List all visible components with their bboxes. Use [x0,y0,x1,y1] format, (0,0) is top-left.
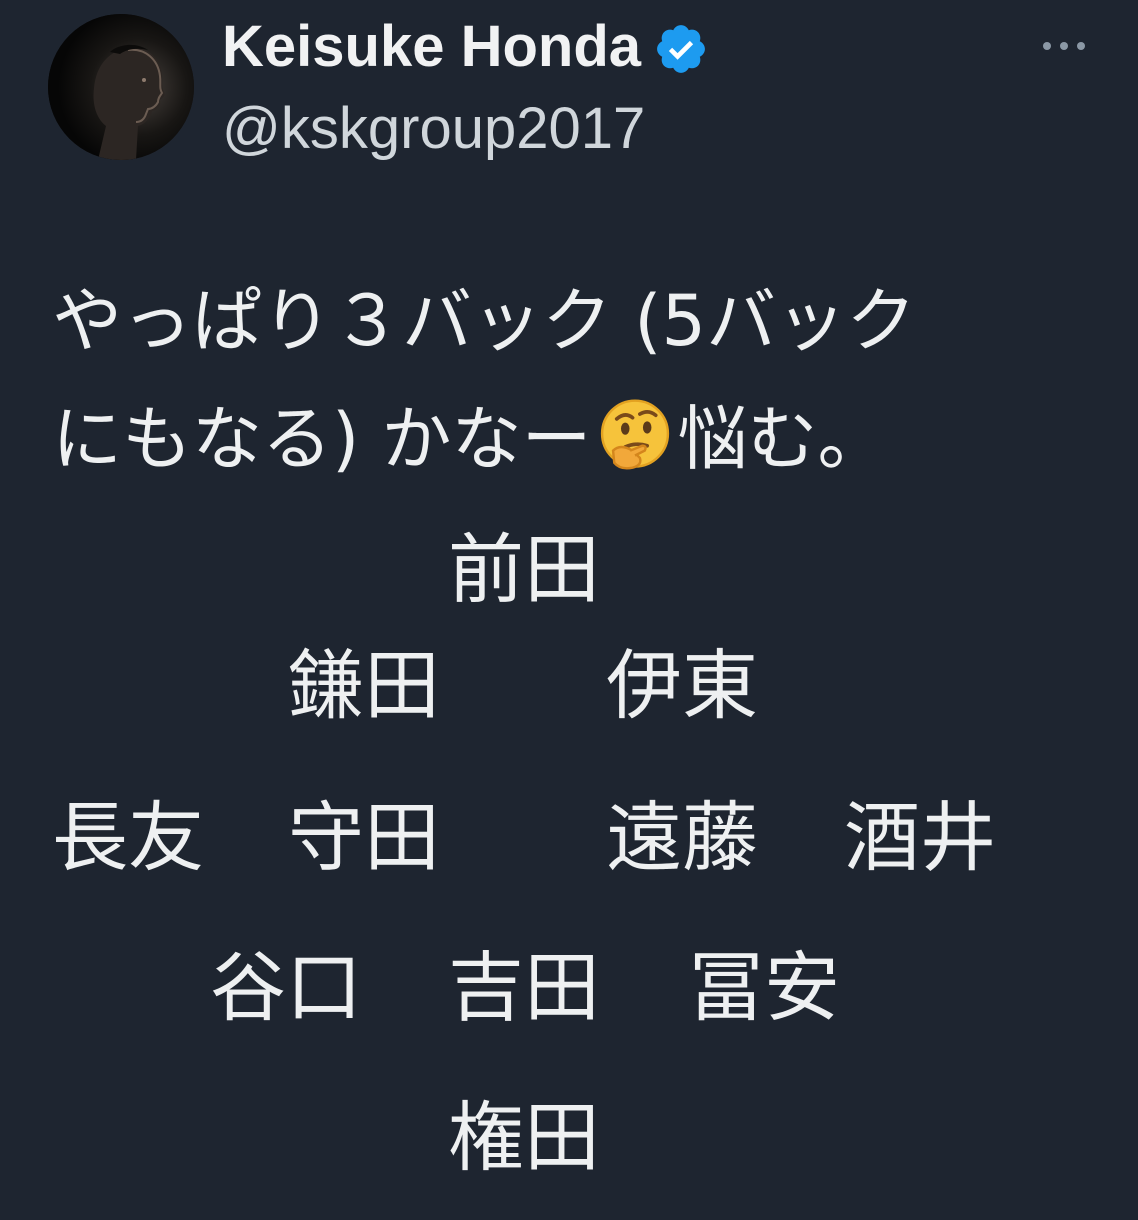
player-wing-back-right: 酒井 [844,793,996,882]
author-name-text: Keisuke Honda [222,14,641,79]
player-center-back-left: 谷口 [210,943,362,1032]
player-forward: 前田 [448,525,600,614]
player-center-back-middle: 吉田 [448,943,600,1032]
avatar[interactable] [48,14,194,160]
player-central-mid-right: 遠藤 [606,793,758,882]
tweet-text-line-2-start: にもなる) かなー [52,398,592,480]
author-handle[interactable]: @kskgroup2017 [222,96,645,162]
player-goalkeeper: 権田 [448,1093,600,1182]
verified-badge-icon [657,25,705,73]
tweet-text-line-1: やっぱり３バック (5バック [52,280,917,362]
player-attacking-mid-left: 鎌田 [288,641,440,730]
thinking-face-emoji-icon [600,399,669,470]
more-horizontal-icon [1043,42,1085,50]
player-attacking-mid-right: 伊東 [606,641,758,730]
avatar-portrait [48,14,194,160]
player-center-back-right: 冨安 [688,943,840,1032]
player-wing-back-left: 長友 [52,793,204,882]
more-options-button[interactable] [1034,28,1094,64]
player-central-mid-left: 守田 [288,793,440,882]
tweet-text-line-2-end: 悩む。 [677,398,888,480]
author-name[interactable]: Keisuke Honda [222,14,709,80]
tweet-text: やっぱり３バック (5バック にもなる) かなー 悩む。 [52,262,1052,498]
tweet[interactable]: Keisuke Honda @kskgroup2017 やっぱり３バック (5バ… [0,0,1138,1220]
tweet-text-line-2: にもなる) かなー 悩む。 [52,380,1052,498]
